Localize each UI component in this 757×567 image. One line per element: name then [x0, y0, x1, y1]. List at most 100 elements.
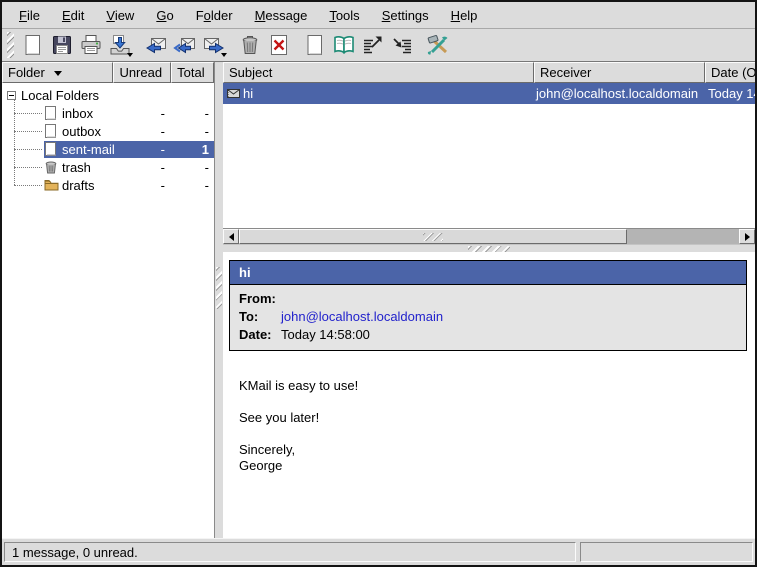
- right-panel: Subject Receiver Date (O hi john@localho…: [223, 62, 755, 538]
- scrollbar-track[interactable]: [627, 229, 739, 244]
- horizontal-splitter[interactable]: [223, 244, 755, 252]
- folder-item-trash[interactable]: trash - -: [2, 158, 214, 176]
- menu-help[interactable]: Help: [440, 5, 489, 26]
- status-message: 1 message, 0 unread.: [4, 542, 576, 562]
- message-title-bar: hi: [230, 261, 746, 285]
- status-secondary-panel: [580, 542, 753, 562]
- vertical-splitter[interactable]: [215, 62, 223, 538]
- scrollbar-thumb[interactable]: [239, 229, 627, 244]
- mail-folder-icon: [44, 124, 59, 138]
- date-column-header[interactable]: Date (O: [705, 62, 755, 83]
- toolbar-separator: [134, 45, 141, 46]
- delete-button[interactable]: [264, 31, 293, 59]
- configure-button[interactable]: [423, 31, 452, 59]
- print-button[interactable]: [76, 31, 105, 59]
- arrow-left-icon: [229, 233, 234, 241]
- new-note-icon: [303, 33, 327, 57]
- message-subject-cell: hi: [223, 86, 534, 101]
- configure-icon: [426, 33, 450, 57]
- message-receiver-cell: john@localhost.localdomain: [534, 86, 705, 101]
- folder-children: inbox - - outbox - -: [2, 104, 214, 194]
- folder-column-label: Folder: [8, 65, 45, 80]
- check-mail-button[interactable]: [105, 31, 134, 59]
- folder-item-inbox[interactable]: inbox - -: [2, 104, 214, 122]
- menu-edit[interactable]: Edit: [51, 5, 95, 26]
- new-message-icon: [21, 33, 45, 57]
- forward-button[interactable]: [199, 31, 228, 59]
- to-field: To: john@localhost.localdomain: [239, 308, 737, 326]
- message-body: KMail is easy to use! See you later! Sin…: [239, 378, 755, 474]
- message-row[interactable]: hi john@localhost.localdomain Today 14:5…: [223, 83, 755, 104]
- unread-column-header[interactable]: Unread: [113, 62, 171, 83]
- print-icon: [79, 33, 103, 57]
- mail-folder-icon: [44, 142, 59, 156]
- trash-icon: [238, 33, 262, 57]
- previous-unread-icon: [361, 33, 385, 57]
- sort-arrow-icon: [54, 71, 62, 76]
- dropdown-arrow-icon: [221, 53, 227, 57]
- status-bar: 1 message, 0 unread.: [2, 538, 755, 565]
- subject-column-header[interactable]: Subject: [223, 62, 534, 83]
- trash-folder-icon: [44, 160, 59, 174]
- folder-root-local-folders[interactable]: Local Folders: [2, 86, 214, 104]
- scroll-left-button[interactable]: [223, 229, 239, 244]
- total-column-header[interactable]: Total: [171, 62, 214, 83]
- date-value: Today 14:58:00: [281, 326, 370, 344]
- receiver-column-header[interactable]: Receiver: [534, 62, 705, 83]
- arrow-right-icon: [745, 233, 750, 241]
- message-list: Subject Receiver Date (O hi john@localho…: [223, 62, 755, 244]
- toolbar-grip[interactable]: [7, 32, 14, 58]
- message-preview-pane: hi From: To: john@localhost.localdomain …: [223, 252, 755, 538]
- menu-tools[interactable]: Tools: [318, 5, 370, 26]
- message-header-fields: From: To: john@localhost.localdomain Dat…: [230, 285, 746, 350]
- menu-go[interactable]: Go: [145, 5, 184, 26]
- save-icon: [50, 33, 74, 57]
- address-book-button[interactable]: [329, 31, 358, 59]
- menu-settings[interactable]: Settings: [371, 5, 440, 26]
- toolbar-separator: [416, 45, 423, 46]
- sent-message-icon: [227, 88, 241, 99]
- reply-all-icon: [173, 33, 197, 57]
- to-address-link[interactable]: john@localhost.localdomain: [281, 308, 443, 326]
- message-header-box: hi From: To: john@localhost.localdomain …: [229, 260, 747, 351]
- message-list-hscrollbar[interactable]: [223, 228, 755, 244]
- move-to-trash-button[interactable]: [235, 31, 264, 59]
- folder-item-sent-mail[interactable]: sent-mail - 1: [2, 140, 214, 158]
- folder-panel: Folder Unread Total Local Folders inbox: [2, 62, 215, 538]
- main-toolbar: [2, 29, 755, 62]
- reply-all-button[interactable]: [170, 31, 199, 59]
- folder-root-label: Local Folders: [20, 88, 99, 103]
- folder-tree: Local Folders inbox - -: [2, 83, 214, 538]
- save-button[interactable]: [47, 31, 76, 59]
- menu-message[interactable]: Message: [244, 5, 319, 26]
- folder-item-outbox[interactable]: outbox - -: [2, 122, 214, 140]
- date-field: Date: Today 14:58:00: [239, 326, 737, 344]
- selected-folder-highlight: sent-mail - 1: [44, 141, 214, 158]
- from-field: From:: [239, 290, 737, 308]
- next-unread-icon: [390, 33, 414, 57]
- address-book-icon: [332, 33, 356, 57]
- reply-button[interactable]: [141, 31, 170, 59]
- scroll-right-button[interactable]: [739, 229, 755, 244]
- drafts-folder-icon: [44, 178, 59, 192]
- dropdown-arrow-icon: [127, 53, 133, 57]
- folder-column-header[interactable]: Folder: [2, 62, 113, 83]
- menu-folder[interactable]: Folder: [185, 5, 244, 26]
- message-list-header: Subject Receiver Date (O: [223, 62, 755, 83]
- folder-list-header: Folder Unread Total: [2, 62, 214, 83]
- menu-bar: File Edit View Go Folder Message Tools S…: [2, 2, 755, 29]
- next-unread-button[interactable]: [387, 31, 416, 59]
- message-list-empty-area: [223, 104, 755, 228]
- main-area: Folder Unread Total Local Folders inbox: [2, 62, 755, 538]
- previous-unread-button[interactable]: [358, 31, 387, 59]
- reply-icon: [144, 33, 168, 57]
- new-note-button[interactable]: [300, 31, 329, 59]
- toolbar-separator: [228, 45, 235, 46]
- mail-folder-icon: [44, 106, 59, 120]
- menu-file[interactable]: File: [8, 5, 51, 26]
- new-message-button[interactable]: [18, 31, 47, 59]
- folder-item-drafts[interactable]: drafts - -: [2, 176, 214, 194]
- menu-view[interactable]: View: [95, 5, 145, 26]
- message-date-cell: Today 14:58:00: [705, 86, 755, 101]
- kmail-window: File Edit View Go Folder Message Tools S…: [0, 0, 757, 567]
